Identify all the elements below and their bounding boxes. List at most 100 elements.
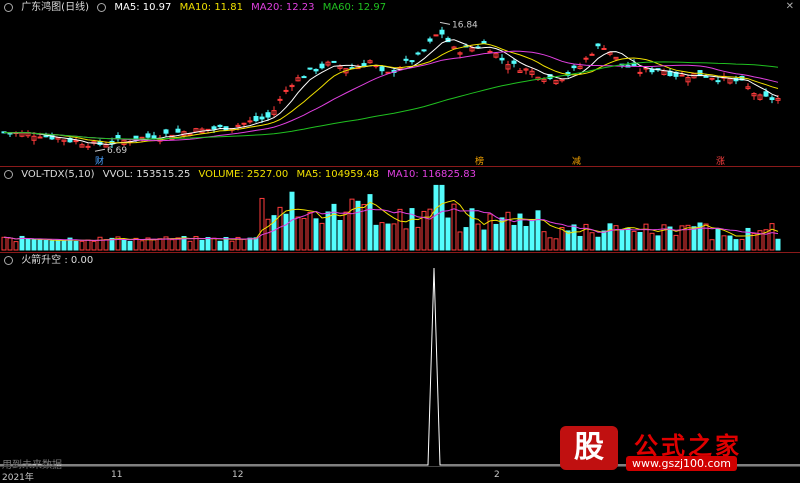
volume-bar — [73, 240, 79, 251]
x-tick-label: 2 — [494, 470, 500, 480]
volume-bar — [451, 203, 457, 251]
candle-body — [217, 124, 223, 128]
volume-bar — [139, 240, 145, 251]
gear-icon[interactable] — [4, 255, 13, 265]
volume-bar — [709, 239, 715, 251]
volume-bar — [151, 239, 157, 251]
candle-body — [415, 52, 421, 55]
volume-bar — [13, 241, 19, 251]
volume-bar — [457, 231, 463, 251]
volume-bar — [715, 228, 721, 251]
volume-bar — [523, 225, 529, 251]
watermark-url: www.gszj100.com — [626, 456, 738, 471]
volume-bar — [475, 223, 481, 251]
vvol-label: VVOL: 153515.25 — [102, 169, 191, 180]
candle-body — [241, 122, 247, 125]
divider — [0, 166, 800, 167]
candle-body — [37, 136, 43, 139]
x-tick-label: 11 — [111, 470, 123, 480]
volume-bar — [61, 239, 67, 251]
volume-bar — [643, 223, 649, 251]
volume-bar — [217, 240, 223, 251]
volume-bar — [577, 235, 583, 251]
volume-bar — [301, 217, 307, 251]
candle-body — [421, 49, 427, 52]
candle-body — [301, 76, 307, 79]
x-tick-label: 2021年 — [2, 473, 34, 483]
volume-bar — [97, 236, 103, 251]
volume-bar — [313, 218, 319, 251]
volume-bar — [385, 223, 391, 251]
gear-icon[interactable] — [4, 169, 13, 179]
volume-bar — [373, 224, 379, 251]
candle-body — [769, 97, 775, 101]
candle-body — [115, 135, 121, 140]
volume-bar — [433, 184, 439, 251]
volume-bar — [331, 203, 337, 251]
candle-body — [763, 91, 769, 97]
candle-body — [583, 57, 589, 60]
watermark-logo: 股 — [560, 426, 618, 470]
candle-body — [247, 120, 253, 123]
volume-bar — [319, 222, 325, 251]
volume-bar — [295, 216, 301, 251]
candle-body — [487, 50, 493, 53]
volume-bar — [505, 211, 511, 251]
volume-bar — [199, 239, 205, 251]
volume-bar — [727, 235, 733, 251]
vol-ma5-label: MA5: 104959.48 — [296, 169, 379, 180]
low-pointer — [94, 148, 106, 152]
volume-bar — [769, 223, 775, 251]
volume-bar — [607, 223, 613, 251]
volume-bar — [307, 211, 313, 251]
candle-body — [595, 43, 601, 47]
volume-bar — [379, 222, 385, 251]
volume-bar — [529, 218, 535, 251]
volume-bar — [439, 184, 445, 251]
candle-body — [277, 98, 283, 101]
volume-bar — [91, 240, 97, 251]
volume-bar — [463, 227, 469, 251]
candle-body — [85, 145, 91, 148]
ma5-line — [3, 39, 779, 145]
volume-bar — [589, 232, 595, 251]
volume-bar — [103, 239, 109, 251]
volume-bar — [133, 237, 139, 251]
volume-bar — [85, 239, 91, 251]
candle-body — [283, 89, 289, 92]
volume-bar — [283, 213, 289, 251]
volume-bar — [169, 239, 175, 251]
volume-bar — [733, 239, 739, 251]
volume-bar — [403, 228, 409, 251]
volume-bar — [259, 197, 265, 251]
volume-bar — [751, 233, 757, 251]
x-tick-label: 12 — [232, 470, 244, 480]
divider — [0, 252, 800, 253]
volume-bar — [553, 238, 559, 251]
volume-bar — [157, 238, 163, 251]
volume-bar — [721, 235, 727, 251]
volume-bar — [229, 240, 235, 251]
candle-body — [43, 135, 49, 138]
candle-body — [313, 68, 319, 72]
candle-body — [331, 60, 337, 63]
high-price-label: 16.84 — [452, 20, 478, 30]
candle-body — [499, 57, 505, 61]
candle-body — [571, 65, 577, 69]
volume-bar — [1, 236, 7, 251]
high-pointer — [439, 21, 451, 25]
candle-body — [601, 48, 607, 51]
candle-body — [211, 126, 217, 130]
candle-body — [511, 60, 517, 64]
candle-body — [73, 140, 79, 143]
volume-bar — [511, 224, 517, 251]
candle-body — [175, 128, 181, 133]
volume-bar — [253, 237, 259, 251]
candle-body — [151, 135, 157, 139]
volume-bar — [625, 227, 631, 251]
volume-bar — [49, 240, 55, 251]
candle-body — [253, 116, 259, 122]
volume-bar — [547, 237, 553, 251]
volume-bar — [619, 228, 625, 251]
candle-body — [439, 29, 445, 35]
